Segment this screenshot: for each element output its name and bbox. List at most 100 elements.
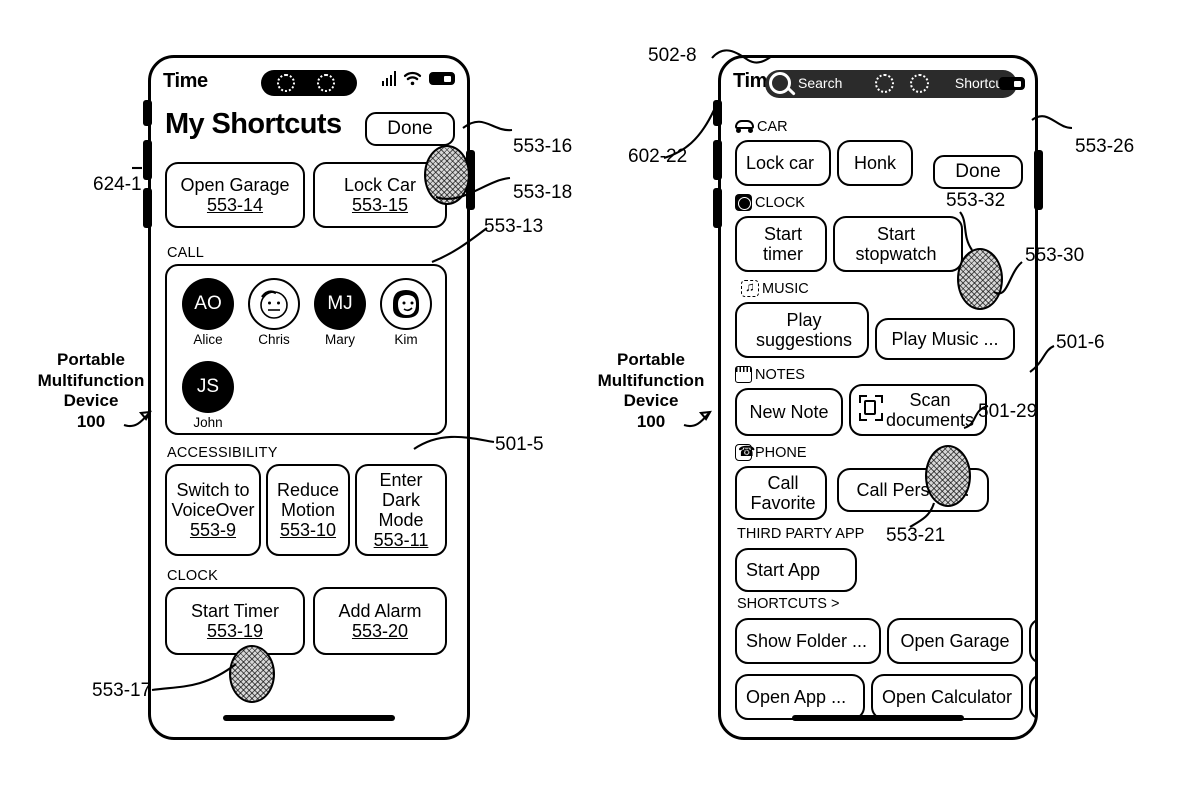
done-button[interactable]: Done xyxy=(365,112,455,146)
section-header-car-row: CAR xyxy=(735,118,788,135)
tile-label: Honk xyxy=(853,152,897,173)
shortcut-tile-start-stopwatch[interactable]: Start stopwatch xyxy=(833,216,963,272)
contact-mary[interactable]: MJ Mary xyxy=(309,278,371,347)
tile-label: Show Folder ... xyxy=(746,630,868,651)
shortcut-tile-start-app[interactable]: Start App xyxy=(735,548,857,592)
section-header-phone: PHONE xyxy=(755,444,807,461)
shortcut-tile-lock-car[interactable]: Lock car xyxy=(735,140,831,186)
section-header-third-party-app: THIRD PARTY APP xyxy=(737,526,865,542)
tile-ref: 553-14 xyxy=(206,195,264,215)
tile-label: Open Garage xyxy=(180,174,290,195)
shortcut-tile-open-calculator[interactable]: Open Calculator xyxy=(871,674,1023,720)
tile-label: New Note xyxy=(749,401,829,422)
shortcut-tile-play-suggestions[interactable]: Play suggestions xyxy=(735,302,869,358)
patent-figure-canvas: Time My Shortcuts Done Open Garage 553-1… xyxy=(0,0,1200,800)
call-section-card: AO Alice Chris MJ Mary Kim JS John xyxy=(165,264,447,435)
shortcut-tile-partial-row2[interactable] xyxy=(1029,674,1035,720)
section-header-shortcuts-row[interactable]: SHORTCUTS > xyxy=(737,596,839,612)
callout-553-32: 553-32 xyxy=(946,190,1006,211)
callout-501-29: 501-29 xyxy=(978,401,1038,422)
shortcut-tile-start-timer[interactable]: Start timer xyxy=(735,216,827,272)
callout-502-8: 502-8 xyxy=(648,45,697,66)
search-input[interactable]: Search Shortcut xyxy=(765,70,1017,98)
shortcut-tile-honk[interactable]: Honk xyxy=(837,140,913,186)
section-header-clock: CLOCK xyxy=(755,194,805,211)
tile-label: Play Music ... xyxy=(891,328,999,349)
device-label-line-1: Portable xyxy=(616,350,686,369)
section-header-accessibility: ACCESSIBILITY xyxy=(167,445,278,461)
device-label-left: Portable Multifunction Device 100 xyxy=(32,350,150,433)
sensor-hole-icon xyxy=(317,74,335,92)
touch-contact-553-17 xyxy=(229,645,275,703)
shortcut-tile-switch-to-voiceover[interactable]: Switch to VoiceOver 553-9 xyxy=(165,464,261,556)
shortcut-tile-open-garage[interactable]: Open Garage 553-14 xyxy=(165,162,305,228)
shortcut-tile-play-music[interactable]: Play Music ... xyxy=(875,318,1015,360)
shortcut-tile-open-app[interactable]: Open App ... xyxy=(735,674,865,720)
tile-label: Add Alarm xyxy=(338,600,422,621)
shortcut-tile-new-note[interactable]: New Note xyxy=(735,388,843,436)
callout-553-17: 553-17 xyxy=(92,680,152,701)
section-header-clock: CLOCK xyxy=(167,568,218,584)
phone-icon xyxy=(735,443,755,461)
tile-ref: 553-9 xyxy=(189,520,237,541)
section-header-third-party-row: THIRD PARTY APP xyxy=(737,526,864,542)
section-header-call: CALL xyxy=(167,245,205,261)
section-header-clock-row: CLOCK xyxy=(735,194,805,211)
shortcut-tile-partial-row1[interactable] xyxy=(1029,618,1035,664)
wifi-icon xyxy=(403,71,422,86)
search-icon xyxy=(769,72,791,94)
section-header-shortcuts: SHORTCUTS > xyxy=(737,596,840,612)
tile-label: Reduce Motion xyxy=(276,479,340,520)
done-button[interactable]: Done xyxy=(933,155,1023,189)
touch-contact-553-18 xyxy=(424,145,470,205)
section-header-notes: NOTES xyxy=(755,366,805,383)
section-header-notes-row: NOTES xyxy=(735,366,805,383)
tile-label: Start stopwatch xyxy=(855,223,937,264)
tile-label: Call Favorite xyxy=(750,472,816,513)
shortcut-tile-enter-dark-mode[interactable]: Enter Dark Mode 553-11 xyxy=(355,464,447,556)
tile-label: Lock car xyxy=(746,152,815,173)
shortcut-tile-show-folder[interactable]: Show Folder ... xyxy=(735,618,881,664)
device-label-line-3: Device xyxy=(63,391,119,411)
contact-alice[interactable]: AO Alice xyxy=(177,278,239,347)
music-icon xyxy=(741,279,759,297)
search-placeholder: Search xyxy=(798,75,843,91)
face-photo-icon xyxy=(393,290,419,318)
callout-501-5: 501-5 xyxy=(495,434,544,455)
shortcut-tile-scan-documents[interactable]: Scan documents xyxy=(849,384,987,436)
status-icons-group xyxy=(381,71,455,86)
side-button-power[interactable] xyxy=(1034,150,1043,210)
home-indicator[interactable] xyxy=(792,715,964,721)
section-header-phone-row: PHONE xyxy=(735,443,807,461)
scan-icon xyxy=(859,395,883,421)
callout-553-16: 553-16 xyxy=(513,136,573,157)
avatar: AO xyxy=(182,278,234,330)
camera-hole-icon xyxy=(875,74,894,93)
section-header-music-row: MUSIC xyxy=(741,279,809,297)
shortcut-tile-start-timer[interactable]: Start Timer 553-19 xyxy=(165,587,305,655)
contact-name: Mary xyxy=(325,332,355,347)
callout-553-30: 553-30 xyxy=(1025,245,1085,266)
shortcut-tile-call-favorite[interactable]: Call Favorite xyxy=(735,466,827,520)
cellular-bars-icon xyxy=(381,71,396,86)
device-label-right: Portable Multifunction Device 100 xyxy=(592,350,710,433)
shortcut-tile-add-alarm[interactable]: Add Alarm 553-20 xyxy=(313,587,447,655)
shortcut-tile-reduce-motion[interactable]: Reduce Motion 553-10 xyxy=(266,464,350,556)
tile-label: Start App xyxy=(746,559,821,580)
tile-label: Open App ... xyxy=(746,686,847,707)
touch-contact-553-21 xyxy=(925,445,971,507)
shortcut-tile-open-garage[interactable]: Open Garage xyxy=(887,618,1023,664)
notes-icon xyxy=(735,366,752,383)
contact-chris[interactable]: Chris xyxy=(243,278,305,347)
battery-icon xyxy=(429,72,455,85)
callout-553-26: 553-26 xyxy=(1075,136,1135,157)
contact-kim[interactable]: Kim xyxy=(375,278,437,347)
tile-label: Open Calculator xyxy=(881,686,1013,707)
contact-john[interactable]: JS John xyxy=(177,361,239,430)
avatar xyxy=(248,278,300,330)
device-label-line-4: 100 xyxy=(636,412,666,432)
tile-ref: 553-10 xyxy=(279,520,337,541)
status-bar-left: Time xyxy=(151,64,467,98)
home-indicator[interactable] xyxy=(223,715,395,721)
tile-label: Enter Dark Mode xyxy=(378,469,424,530)
